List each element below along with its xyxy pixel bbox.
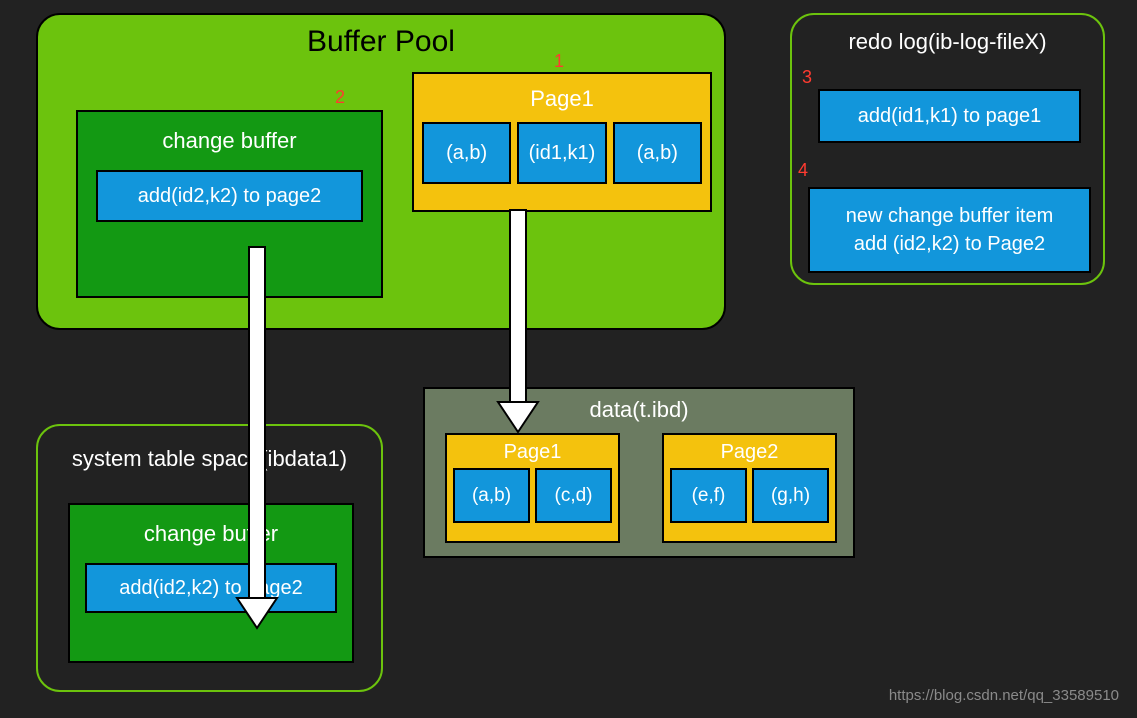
marker-1: 1 bbox=[554, 51, 564, 72]
redo-entry-1: add(id1,k1) to page1 bbox=[818, 89, 1081, 143]
data-page2-cells: (e,f) (g,h) bbox=[664, 468, 835, 529]
change-buffer-bp: change buffer add(id2,k2) to page2 bbox=[76, 110, 383, 298]
data-page1-cell: (a,b) bbox=[453, 468, 530, 523]
change-buffer-bp-entry: add(id2,k2) to page2 bbox=[96, 170, 363, 222]
data-page1: Page1 (a,b) (c,d) bbox=[445, 433, 620, 543]
page1-bp-cell: (id1,k1) bbox=[517, 122, 606, 184]
data-page2-title: Page2 bbox=[664, 435, 835, 468]
redo-entry-2-line1: new change buffer item bbox=[846, 202, 1054, 230]
marker-3: 3 bbox=[802, 67, 812, 88]
change-buffer-sys: change buffer add(id2,k2) to page2 bbox=[68, 503, 354, 663]
data-page2-cell: (e,f) bbox=[670, 468, 747, 523]
data-page1-title: Page1 bbox=[447, 435, 618, 468]
page1-bp-cell: (a,b) bbox=[422, 122, 511, 184]
marker-2: 2 bbox=[335, 87, 345, 108]
data-file-box: data(t.ibd) Page1 (a,b) (c,d) Page2 (e,f… bbox=[423, 387, 855, 558]
redo-entry-2: new change buffer item add (id2,k2) to P… bbox=[808, 187, 1091, 273]
credit-text: https://blog.csdn.net/qq_33589510 bbox=[889, 687, 1119, 704]
buffer-pool-box: Buffer Pool 1 2 change buffer add(id2,k2… bbox=[36, 13, 726, 330]
marker-4: 4 bbox=[798, 160, 808, 181]
buffer-pool-title: Buffer Pool bbox=[38, 25, 724, 59]
data-page1-cells: (a,b) (c,d) bbox=[447, 468, 618, 529]
redo-log-title: redo log(ib-log-fileX) bbox=[792, 29, 1103, 55]
data-page2-cell: (g,h) bbox=[752, 468, 829, 523]
sys-table-space-box: system table space(ibdata1) change buffe… bbox=[36, 424, 383, 692]
page1-bp: Page1 (a,b) (id1,k1) (a,b) bbox=[412, 72, 712, 212]
change-buffer-sys-title: change buffer bbox=[70, 521, 352, 547]
change-buffer-sys-entry: add(id2,k2) to page2 bbox=[85, 563, 337, 613]
data-page1-cell: (c,d) bbox=[535, 468, 612, 523]
page1-bp-title: Page1 bbox=[414, 74, 710, 122]
redo-entry-2-line2: add (id2,k2) to Page2 bbox=[854, 230, 1045, 258]
page1-bp-cell: (a,b) bbox=[613, 122, 702, 184]
data-file-title: data(t.ibd) bbox=[425, 397, 853, 423]
data-page2: Page2 (e,f) (g,h) bbox=[662, 433, 837, 543]
redo-log-box: redo log(ib-log-fileX) 3 4 add(id1,k1) t… bbox=[790, 13, 1105, 285]
change-buffer-bp-title: change buffer bbox=[78, 128, 381, 154]
sys-table-space-title: system table space(ibdata1) bbox=[38, 446, 381, 472]
page1-bp-cells: (a,b) (id1,k1) (a,b) bbox=[414, 122, 710, 192]
